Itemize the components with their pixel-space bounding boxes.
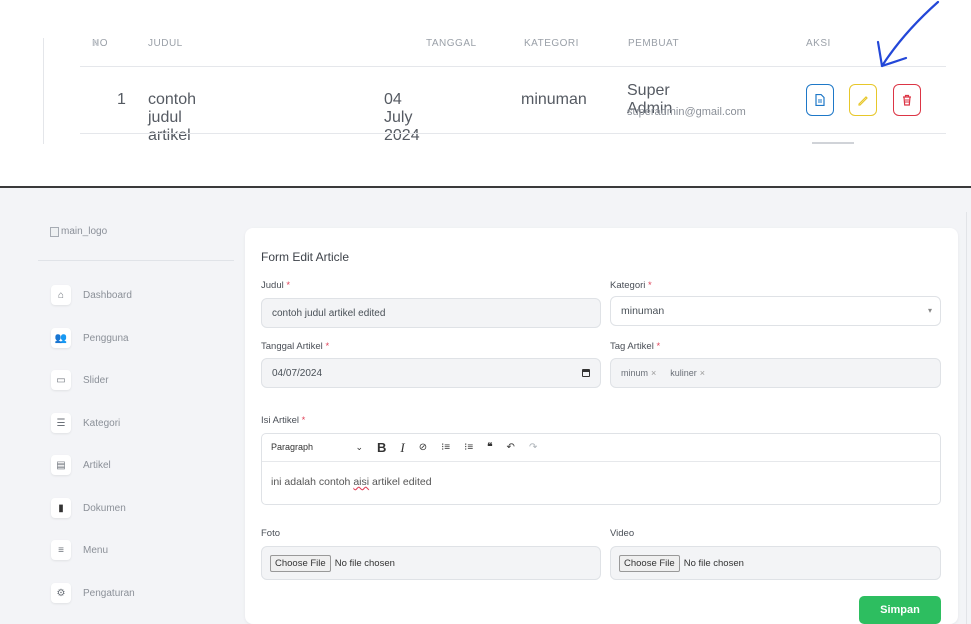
sidebar-item-label: Slider [83,374,109,386]
header-divider [80,66,946,67]
sidebar: main_logo ⌂ Dashboard 👥 Pengguna ▭ Slide… [38,218,234,624]
cell-no: 1 [117,91,126,108]
main-logo[interactable]: main_logo [50,226,107,237]
sidebar-item-kategori[interactable]: ☰ Kategori [51,412,120,434]
pencil-icon [858,96,868,106]
form-title: Form Edit Article [261,250,350,264]
sidebar-item-label: Kategori [83,417,121,429]
table-scrollbar[interactable] [812,142,854,144]
tag-chip: minum × [621,368,657,378]
choose-file-button[interactable]: Choose File [270,554,331,572]
sidebar-item-menu[interactable]: ≡ Menu [51,539,108,561]
choose-file-button[interactable]: Choose File [619,554,680,572]
kategori-select-value: minuman [621,305,665,317]
judul-label: Judul * [261,280,291,291]
bulleted-list-icon[interactable]: ⁝≡ [441,442,450,453]
cell-tanggal: 04 July 2024 [384,91,420,144]
tanggal-label: Tanggal Artikel * [261,341,330,352]
calendar-icon[interactable] [582,369,590,377]
italic-icon[interactable]: I [400,440,404,456]
page-scrollbar[interactable] [966,212,967,624]
video-label: Video [610,528,635,539]
bold-icon[interactable]: B [377,440,386,455]
chevron-down-icon: ▾ [927,306,932,315]
judul-input-value: contoh judul artikel edited [272,307,386,319]
numbered-list-icon[interactable]: ⁝≡ [464,442,473,453]
chevron-down-icon: ⌄ [355,442,363,452]
remove-tag-icon[interactable]: × [700,368,705,378]
cell-judul: contoh judul artikel [148,91,197,144]
save-button[interactable]: Simpan [859,596,941,624]
cell-kategori: minuman [521,91,587,108]
sidebar-item-label: Pengaturan [83,587,135,599]
tag-label: Tag Artikel * [610,341,661,352]
header-judul[interactable]: JUDUL [148,38,183,49]
tag-input[interactable]: minum × kuliner × [610,358,941,388]
sort-icon: ⇅ [92,38,101,48]
rich-text-editor: Paragraph ⌄ B I ⊘ ⁝≡ ⁝≡ ❝ ↶ ↷ ini adalah … [261,433,941,505]
paragraph-dropdown[interactable]: Paragraph ⌄ [271,442,363,453]
file-icon: ▮ [51,498,71,518]
remove-tag-icon[interactable]: × [651,368,656,378]
sidebar-item-label: Artikel [83,459,111,471]
sidebar-item-pengaturan[interactable]: ⚙ Pengaturan [51,582,135,604]
redo-icon[interactable]: ↷ [529,442,537,453]
sidebar-divider [38,260,234,261]
blockquote-icon[interactable]: ❝ [487,442,492,453]
misspelled-word: aisi [353,476,370,488]
menu-icon: ≡ [51,540,71,560]
newspaper-icon: ▤ [51,455,71,475]
sidebar-item-slider[interactable]: ▭ Slider [51,369,109,391]
broken-image-icon [50,226,59,237]
trash-icon [903,94,911,106]
editor-toolbar: Paragraph ⌄ B I ⊘ ⁝≡ ⁝≡ ❝ ↶ ↷ [262,434,940,462]
sidebar-item-label: Dokumen [83,502,126,514]
header-pembuat[interactable]: PEMBUAT [628,38,679,49]
sidebar-item-label: Menu [83,544,109,556]
sidebar-item-label: Pengguna [83,332,129,344]
cell-pembuat-email: superadmin@gmail.com [627,106,746,118]
table-border [43,38,44,144]
isi-label: Isi Artikel * [261,415,306,426]
foto-label: Foto [261,528,281,539]
table-header: NO ⇅ JUDUL TANGGAL KATEGORI PEMBUAT AKSI [92,38,831,49]
judul-input[interactable]: contoh judul artikel edited [261,298,601,328]
tanggal-input[interactable]: 04/07/2024 [261,358,601,388]
document-icon [815,94,825,106]
home-icon: ⌂ [51,285,71,305]
link-icon[interactable]: ⊘ [419,442,427,453]
users-icon: 👥 [51,328,71,348]
sidebar-item-dokumen[interactable]: ▮ Dokumen [51,497,126,519]
view-button[interactable] [806,84,834,116]
cogs-icon: ⚙ [51,583,71,603]
kategori-select[interactable]: minuman ▾ [610,296,941,326]
article-table: NO ⇅ JUDUL TANGGAL KATEGORI PEMBUAT AKSI… [0,0,971,150]
kategori-label: Kategori * [610,280,652,291]
header-kategori[interactable]: KATEGORI [524,38,579,49]
logo-alt-text: main_logo [61,226,108,237]
tanggal-input-value: 04/07/2024 [272,367,323,379]
edit-button[interactable] [849,84,877,116]
edit-article-form: Form Edit Article Judul * contoh judul a… [245,228,958,624]
file-status: No file chosen [683,557,744,569]
row-divider [80,133,946,134]
tag-chip: kuliner × [670,368,706,378]
video-file-input[interactable]: Choose File No file chosen [610,546,941,580]
image-icon: ▭ [51,370,71,390]
delete-button[interactable] [893,84,921,116]
editor-content[interactable]: ini adalah contoh aisi artikel edited [271,476,432,488]
undo-icon[interactable]: ↶ [507,442,515,453]
header-aksi: AKSI [806,38,831,49]
hand-drawn-arrow-annotation [876,0,940,68]
foto-file-input[interactable]: Choose File No file chosen [261,546,601,580]
list-icon: ☰ [51,413,71,433]
file-status: No file chosen [334,557,395,569]
sidebar-item-artikel[interactable]: ▤ Artikel [51,454,111,476]
admin-app: main_logo ⌂ Dashboard 👥 Pengguna ▭ Slide… [0,188,971,624]
header-tanggal[interactable]: TANGGAL [426,38,477,49]
sidebar-item-dashboard[interactable]: ⌂ Dashboard [51,284,132,306]
sidebar-item-pengguna[interactable]: 👥 Pengguna [51,327,129,349]
sidebar-item-label: Dashboard [83,289,132,301]
